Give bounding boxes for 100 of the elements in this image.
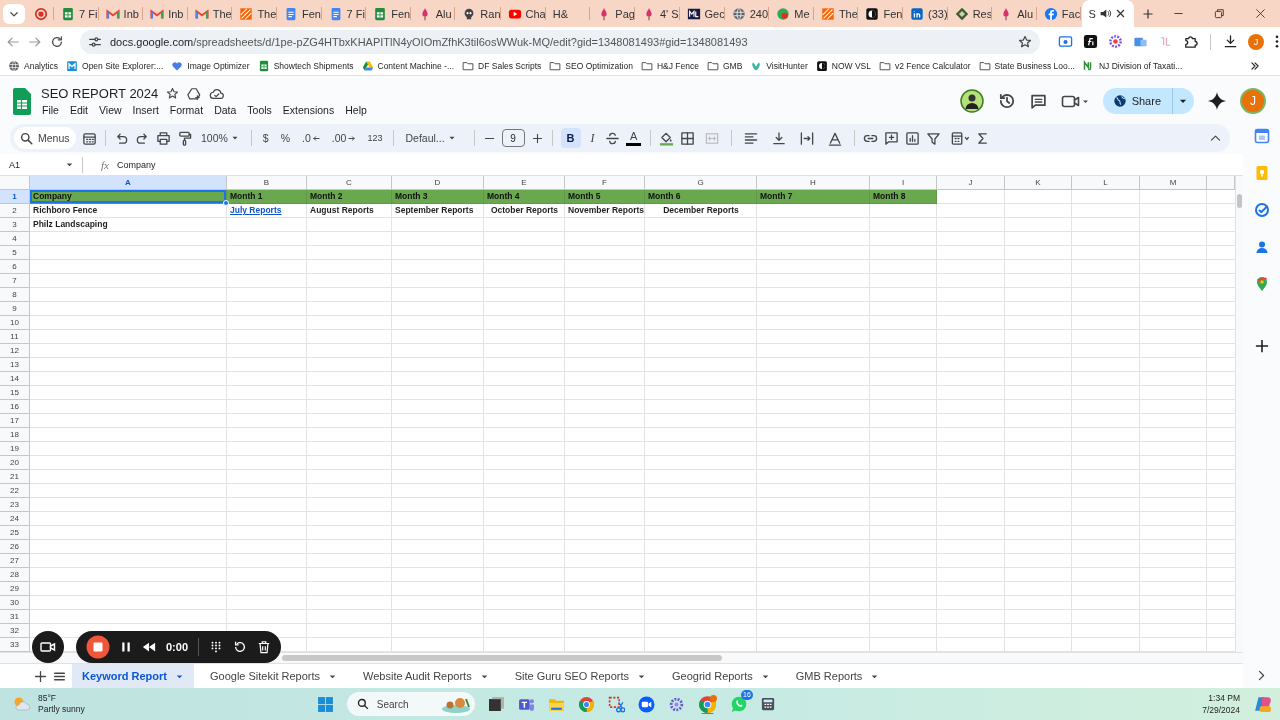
document-title[interactable]: SEO REPORT 2024 <box>41 86 159 101</box>
row-number[interactable]: 7 <box>0 274 30 288</box>
browser-tab[interactable]: Fen <box>277 0 323 27</box>
column-header[interactable]: B <box>227 176 307 190</box>
bookmark[interactable]: State Business Loo... <box>978 59 1075 72</box>
sheet-tab[interactable]: Geogrid Reports <box>662 664 780 688</box>
bookmark[interactable]: NJ Division of Taxati... <box>1082 59 1183 72</box>
menu-item[interactable]: Format <box>168 104 205 116</box>
browser-tab[interactable]: Fac <box>1037 0 1083 27</box>
row-number[interactable]: 23 <box>0 498 30 512</box>
sheet-tab[interactable]: Google Sitekit Reports <box>199 664 348 688</box>
row-number[interactable]: 28 <box>0 568 30 582</box>
text-color-button[interactable]: A <box>625 130 642 146</box>
row-number[interactable]: 6 <box>0 260 30 274</box>
row-number[interactable]: 33 <box>0 638 30 652</box>
browser-tab[interactable]: S <box>1082 0 1135 27</box>
bookmark[interactable]: Image Optimizer <box>171 59 250 72</box>
currency-button[interactable]: $ <box>259 130 272 146</box>
browser-tab[interactable]: Cha <box>501 0 547 27</box>
sheet-tab[interactable]: Website Audit Reports <box>353 664 499 688</box>
bookmark[interactable]: GMB <box>706 59 743 72</box>
row-number[interactable]: 17 <box>0 414 30 428</box>
bookmark[interactable]: VisitHunter <box>750 59 808 72</box>
browser-tab[interactable]: The <box>814 0 860 27</box>
column-header[interactable]: H <box>757 176 870 190</box>
bold-button[interactable]: B <box>560 128 581 148</box>
browser-tab[interactable]: H& <box>546 0 592 27</box>
column-header[interactable]: A <box>30 176 227 190</box>
row-number[interactable]: 18 <box>0 428 30 442</box>
menu-item[interactable]: Data <box>213 104 238 116</box>
column-header[interactable]: K <box>1005 176 1072 190</box>
column-header[interactable]: G <box>645 176 757 190</box>
column-header[interactable]: L <box>1072 176 1140 190</box>
row-number[interactable]: 26 <box>0 540 30 554</box>
row-number[interactable]: 27 <box>0 554 30 568</box>
row-number[interactable]: 14 <box>0 372 30 386</box>
row-number[interactable]: 2 <box>0 204 30 218</box>
row-number[interactable]: 8 <box>0 288 30 302</box>
sheet-tab[interactable]: Keyword Report <box>72 664 194 688</box>
row-number[interactable]: 12 <box>0 344 30 358</box>
bookmark[interactable]: DF Sales Scripts <box>462 59 542 72</box>
column-header[interactable]: I <box>870 176 937 190</box>
row-number[interactable]: 16 <box>0 400 30 414</box>
menu-item[interactable]: Edit <box>68 104 89 116</box>
browser-tab[interactable]: 4' S <box>635 0 681 27</box>
row-number[interactable]: 15 <box>0 386 30 400</box>
zoom-dropdown[interactable]: 100% <box>198 130 243 146</box>
browser-tab[interactable]: Fen <box>367 0 412 27</box>
menu-item[interactable]: File <box>41 104 60 116</box>
browser-tab[interactable]: The <box>188 0 234 27</box>
browser-tab[interactable]: Inb <box>144 0 189 27</box>
browser-tab[interactable]: 7 Fi <box>55 0 100 27</box>
clock-date[interactable]: 7/29/2024 <box>1202 704 1240 716</box>
row-number[interactable]: 25 <box>0 526 30 540</box>
row-number[interactable]: 20 <box>0 456 30 470</box>
browser-tab[interactable]: Gec <box>680 0 726 27</box>
browser-tab[interactable]: Alu <box>411 0 457 27</box>
link[interactable]: July Reports <box>227 204 307 218</box>
number-format-button[interactable]: 123 <box>364 131 386 145</box>
sheet-tab[interactable]: Site Guru SEO Reports <box>504 664 656 688</box>
row-number[interactable]: 29 <box>0 582 30 596</box>
menu-search-field[interactable]: Menus <box>14 127 76 149</box>
browser-tab[interactable]: Me <box>770 0 815 27</box>
browser-tab[interactable]: 240 <box>725 0 771 27</box>
row-number[interactable]: 11 <box>0 330 30 344</box>
browser-tab[interactable]: (33) <box>904 0 949 27</box>
browser-tab[interactable]: Inb <box>99 0 145 27</box>
browser-tab[interactable]: Fen <box>859 0 905 27</box>
column-header[interactable]: C <box>307 176 392 190</box>
row-number[interactable]: 24 <box>0 512 30 526</box>
menu-item[interactable]: Insert <box>131 104 160 116</box>
column-header[interactable]: F <box>565 176 645 190</box>
font-dropdown[interactable]: Defaul... <box>402 130 460 146</box>
menu-item[interactable]: Help <box>344 104 368 116</box>
row-number[interactable]: 13 <box>0 358 30 372</box>
increase-decimal-button[interactable]: .00 <box>328 130 359 146</box>
browser-tab[interactable]: Pag <box>591 0 636 27</box>
menu-item[interactable]: View <box>98 104 123 116</box>
address-bar[interactable]: docs.google.com/spreadsheets/d/1pe-pZG4HTbxKHAPITlN4yOIOmZfhK3til6osWWuk-MQ/edit?gid=1348081493#gid=1348081493 <box>80 29 1040 54</box>
percent-button[interactable]: % <box>277 130 294 146</box>
browser-tab[interactable]: 7 Fi <box>322 0 368 27</box>
font-size-field[interactable]: 9 <box>501 129 525 147</box>
row-number[interactable]: 10 <box>0 316 30 330</box>
browser-tab[interactable]: Alu <box>993 0 1038 27</box>
bookmark[interactable]: NOW VSL <box>815 59 871 72</box>
formula-field[interactable]: Company <box>116 159 156 170</box>
row-number[interactable]: 19 <box>0 442 30 456</box>
row-number[interactable]: 1 <box>0 190 30 204</box>
name-box[interactable]: A1 <box>9 159 59 170</box>
browser-tab[interactable]: Ran <box>456 0 502 27</box>
clock-time[interactable]: 1:34 PM <box>1208 692 1240 704</box>
bookmark[interactable]: v2 Fence Calculator <box>878 59 971 72</box>
column-header[interactable]: M <box>1140 176 1207 190</box>
row-number[interactable]: 9 <box>0 302 30 316</box>
bookmark[interactable]: SEO Optimization <box>549 59 633 72</box>
column-header[interactable]: D <box>392 176 484 190</box>
row-number[interactable]: 21 <box>0 470 30 484</box>
row-number[interactable]: 30 <box>0 596 30 610</box>
menu-item[interactable]: Extensions <box>281 104 336 116</box>
italic-button[interactable]: I <box>586 130 599 146</box>
